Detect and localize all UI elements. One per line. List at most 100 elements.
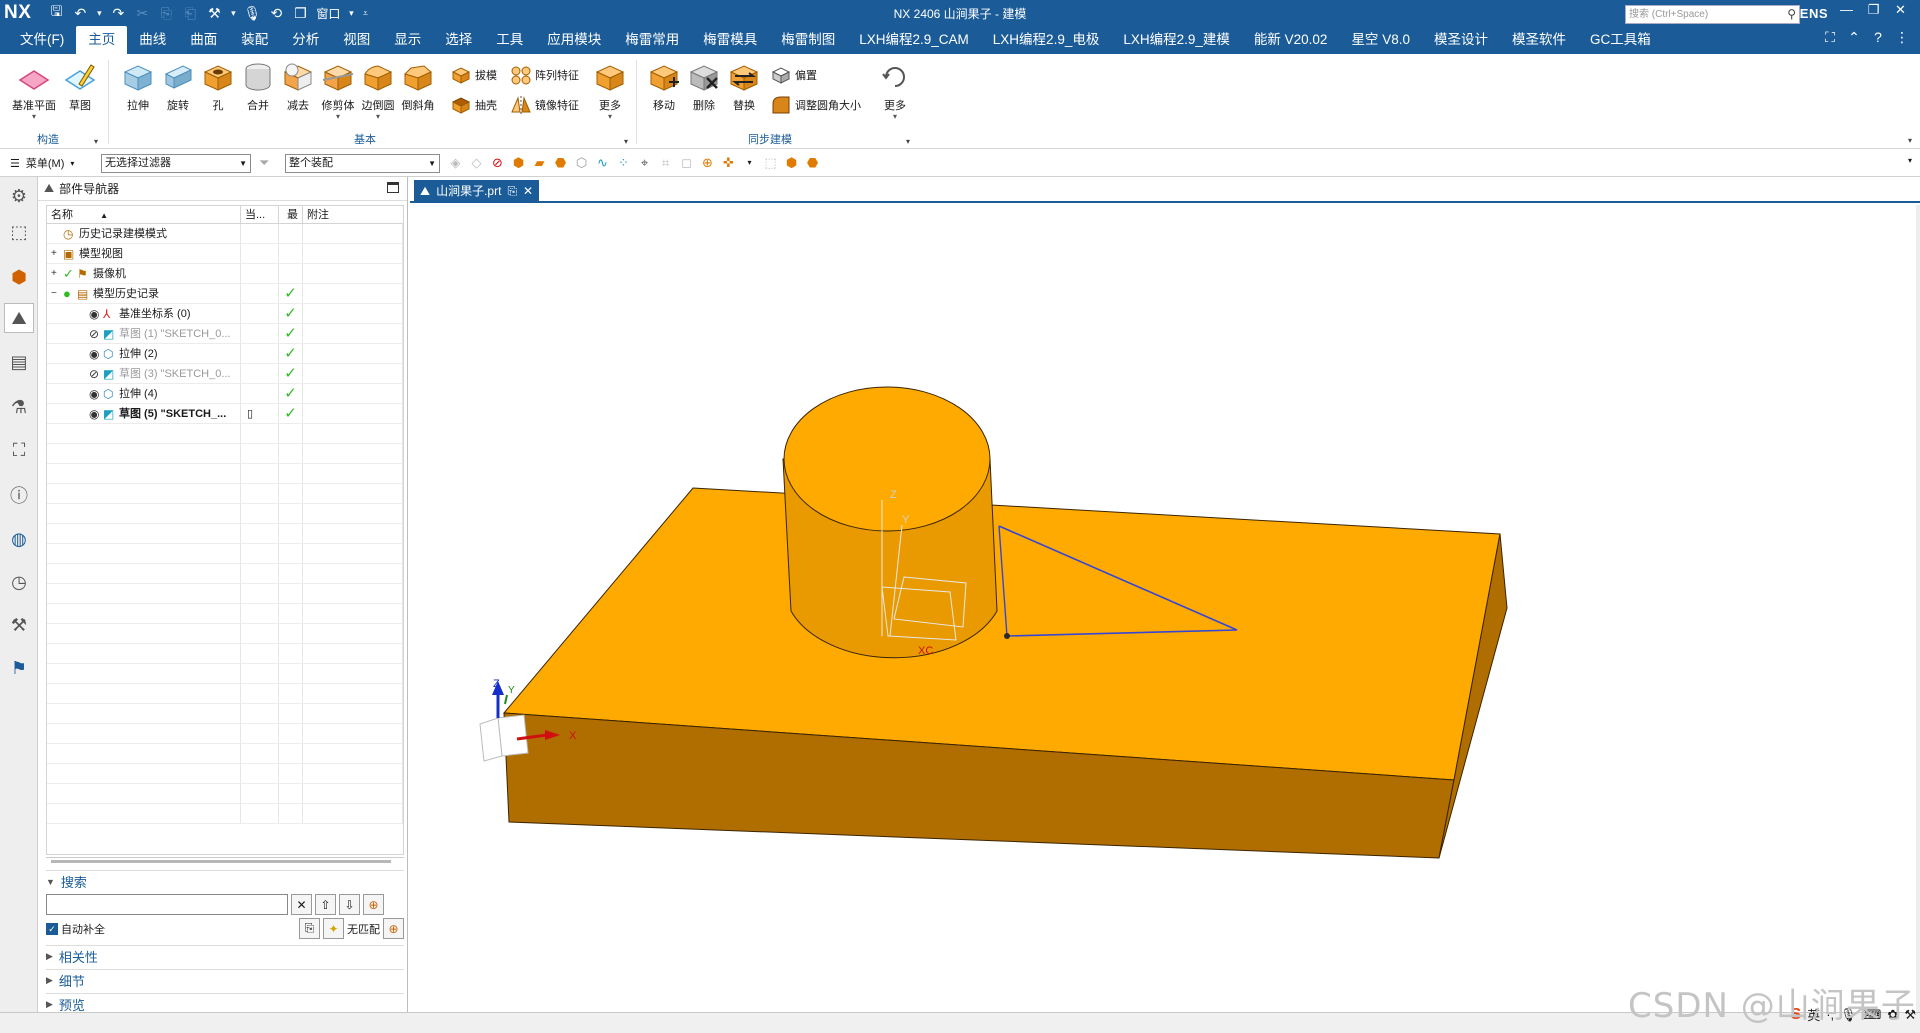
menu-tab[interactable]: 模圣软件 (1500, 26, 1578, 54)
minimize-icon[interactable]: — (1833, 2, 1860, 18)
menu-tab[interactable]: 星空 V8.0 (1339, 26, 1422, 54)
collapse-ribbon-icon[interactable]: ⌃ (1842, 29, 1866, 46)
table-row[interactable]: ◉ ◩ 草图 (5) "SKETCH_... ▯ ✓ (47, 404, 403, 424)
eye-icon[interactable]: ◉ (89, 304, 99, 323)
menu-tab[interactable]: LXH编程2.9_CAM (847, 26, 981, 54)
next-match-icon[interactable]: ⇩ (339, 894, 360, 915)
menu-tab[interactable]: 曲线 (127, 26, 178, 54)
viewport-scrollbar[interactable] (1916, 205, 1920, 1012)
mirror-feature-button[interactable]: 镜像特征 (510, 94, 579, 116)
roles-icon[interactable]: ⚑ (4, 653, 34, 683)
hidden-eye-icon[interactable]: ⊘ (89, 364, 99, 383)
scrollbar-thumb[interactable] (51, 860, 391, 863)
menu-tab[interactable]: 选择 (433, 26, 484, 54)
touch-mode-icon[interactable]: ⚒ (203, 5, 225, 22)
select-curve-icon[interactable]: ∿ (594, 154, 611, 171)
datum-plane-button[interactable]: 基准平面 ▾ (12, 58, 56, 121)
repeat-command-icon[interactable]: ⟲ (265, 5, 287, 22)
search-icon[interactable]: ⚲ (1787, 6, 1796, 23)
snap-end-icon[interactable]: ✜ (720, 154, 737, 171)
switch-window-icon[interactable]: ❐ (289, 5, 311, 22)
auto-complete-checkbox[interactable]: ✓ (46, 922, 58, 935)
selection-scope-select[interactable]: 整个装配 ▼ (285, 154, 440, 173)
help-icon[interactable]: ? (1866, 29, 1890, 46)
touch-dropdown-icon[interactable]: ▾ (227, 8, 239, 19)
main-menu-button[interactable]: ☰ 菜单(M) ▾ (0, 155, 74, 171)
table-row[interactable]: + ▣ 模型视图 (47, 244, 403, 264)
menu-tab[interactable]: 工具 (484, 26, 535, 54)
table-row[interactable]: ◉ ⬡ 拉伸 (2) ✓ (47, 344, 403, 364)
pattern-feature-button[interactable]: 阵列特征 (510, 64, 579, 86)
column-notes[interactable]: 附注 (303, 206, 403, 223)
edge-blend-dropdown-icon[interactable]: ▾ (358, 113, 398, 121)
command-search-input[interactable]: 搜索 (Ctrl+Space) ⚲ (1625, 5, 1800, 24)
menu-tab[interactable]: 分析 (280, 26, 331, 54)
sync-more-dropdown-icon[interactable]: ▾ (875, 113, 915, 121)
snap-body-icon[interactable]: ⬢ (783, 154, 800, 171)
snap-point-icon[interactable]: ⊕ (699, 154, 716, 171)
select-solid-icon[interactable]: ⬣ (552, 154, 569, 171)
maximize-panel-icon[interactable] (387, 182, 399, 193)
assembly-navigator-icon[interactable]: ⬚ (4, 217, 34, 247)
basic-group-expand-icon[interactable]: ▾ (624, 137, 628, 146)
highlight-icon[interactable]: ✦ (323, 918, 344, 939)
table-row[interactable]: ◷ 历史记录建模模式 (47, 224, 403, 244)
filter-funnel-icon[interactable]: ⏷ (259, 155, 269, 171)
navigator-pin-icon[interactable]: ⛰ (44, 181, 54, 196)
constraint-navigator-icon[interactable]: ⬢ (4, 262, 34, 292)
eye-icon[interactable]: ◉ (89, 404, 99, 423)
expand-icon[interactable]: + (51, 264, 57, 283)
select-all-matches-icon[interactable]: ⊕ (363, 894, 384, 915)
history-icon[interactable]: ⓘ (4, 480, 34, 510)
menu-tab[interactable]: 应用模块 (535, 26, 613, 54)
construct-group-expand-icon[interactable]: ▾ (94, 137, 98, 146)
clock-icon[interactable]: ◷ (4, 567, 34, 597)
menu-tab[interactable]: 主页 (76, 26, 128, 54)
menu-tab[interactable]: 梅雷制图 (769, 26, 847, 54)
table-row[interactable]: ⊘ ◩ 草图 (3) "SKETCH_0... ✓ (47, 364, 403, 384)
menu-tab[interactable]: 视图 (331, 26, 382, 54)
navigator-search-input[interactable] (46, 894, 288, 915)
selection-filter-select[interactable]: 无选择过滤器 ▼ (101, 154, 251, 173)
offset-region-button[interactable]: 偏置 (770, 64, 817, 86)
menu-tab[interactable]: LXH编程2.9_电极 (981, 26, 1112, 54)
active-status-icon[interactable]: ● (63, 284, 71, 303)
column-name[interactable]: 名称 ▲ (47, 206, 241, 223)
select-edge-icon[interactable]: ⌗ (657, 154, 674, 171)
table-row[interactable]: ⊘ ◩ 草图 (1) "SKETCH_0... ✓ (47, 324, 403, 344)
sketch-button[interactable]: 草图 (60, 58, 100, 113)
eye-icon[interactable]: ◉ (89, 384, 99, 403)
undo-dropdown-icon[interactable]: ▾ (93, 8, 105, 19)
checkmark-icon[interactable]: ✓ (63, 264, 74, 283)
collapsed-section[interactable]: ▶ 相关性 (46, 945, 404, 967)
sync-group-expand-icon[interactable]: ▾ (906, 137, 910, 146)
cylinder-top-face[interactable] (783, 386, 991, 532)
sync-more-button[interactable]: 更多 ▾ (875, 58, 915, 121)
toolbar-overflow-icon[interactable]: ▾ (1908, 156, 1912, 165)
menu-tab[interactable]: 显示 (382, 26, 433, 54)
navigator-hscrollbar[interactable] (46, 857, 404, 865)
tools-icon[interactable]: ⚒ (4, 610, 34, 640)
model-canvas[interactable]: Z Y XC Z Y X (410, 205, 1916, 1012)
paste-icon[interactable]: ⎗ (179, 5, 201, 22)
undo-icon[interactable]: ↶ (69, 5, 91, 22)
collapsed-section[interactable]: ▶ 细节 (46, 969, 404, 991)
basic-more-button[interactable]: 更多 ▾ (590, 58, 630, 121)
window-dropdown-icon[interactable]: ▾ (345, 8, 357, 19)
settings-icon[interactable]: ⚙ (4, 181, 34, 211)
chamfer-button[interactable]: 倒斜角 (398, 58, 438, 113)
resize-blend-button[interactable]: 调整圆角大小 (770, 94, 861, 116)
menu-tab[interactable]: 梅雷模具 (691, 26, 769, 54)
web-browser-icon[interactable]: ⛶ (4, 435, 34, 465)
search-section-header[interactable]: ▼ 搜索 (46, 870, 404, 892)
hidden-eye-icon[interactable]: ⊘ (89, 324, 99, 343)
select-vertex-icon[interactable]: ◻ (678, 154, 695, 171)
cut-icon[interactable]: ✂ (131, 5, 153, 22)
expand-icon[interactable]: + (51, 244, 57, 263)
snap-grid-icon[interactable]: ⬚ (762, 154, 779, 171)
table-row[interactable]: ◉ ⅄ 基准坐标系 (0) ✓ (47, 304, 403, 324)
select-feature-icon[interactable]: ◈ (447, 154, 464, 171)
close-icon[interactable]: ✕ (1887, 2, 1914, 18)
menu-tab[interactable]: 文件(F) (8, 26, 76, 54)
match-options-icon[interactable]: ⊕ (383, 918, 404, 939)
